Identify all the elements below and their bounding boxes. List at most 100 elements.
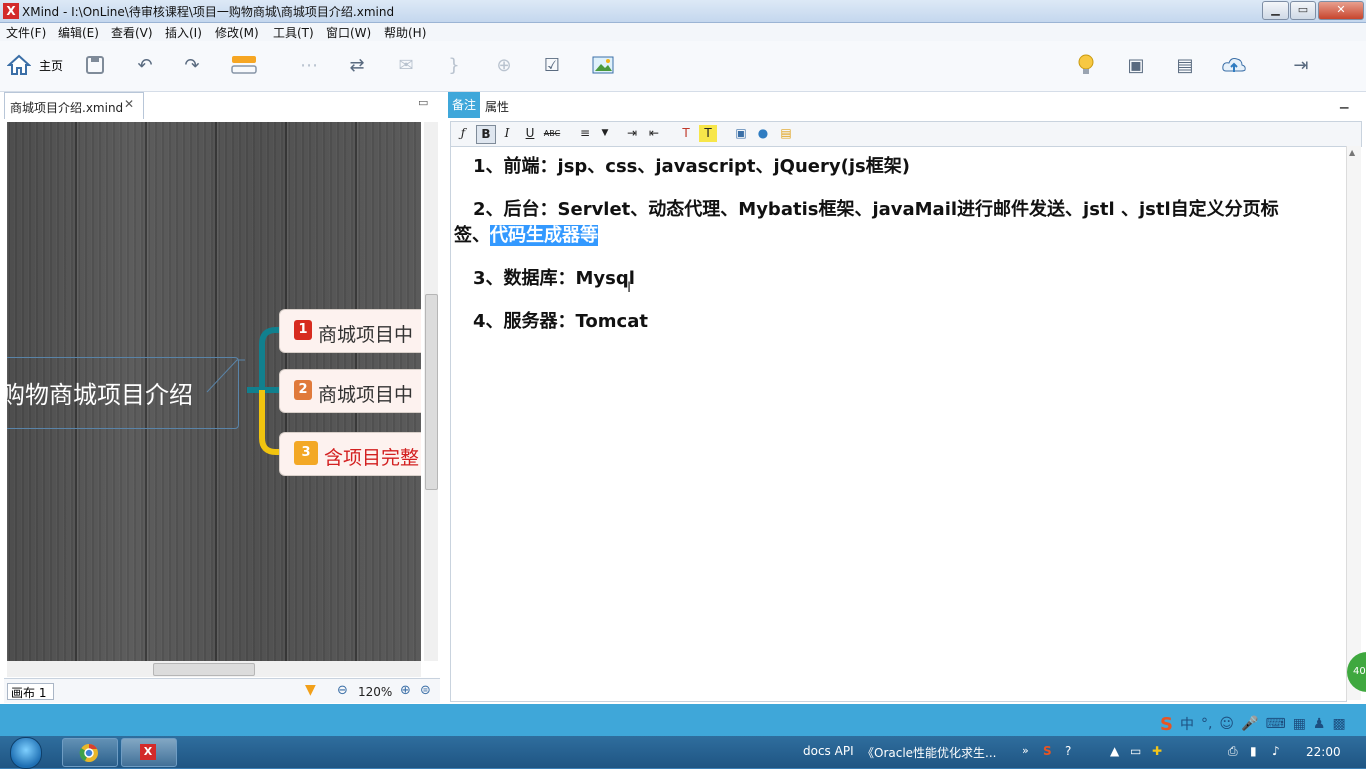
notes-icon[interactable]: ▤	[777, 125, 795, 142]
main-toolbar: 主页 ↶ ↷ ▼ ⋯ ⇄ ✉ } ⊕ ☑ ▼ ▣ ▤ ▼ ⇥ ▼	[0, 41, 1366, 111]
home-icon[interactable]	[6, 51, 32, 79]
sogou-logo-icon[interactable]: S	[1160, 714, 1173, 735]
filter-icon[interactable]: ▼	[305, 682, 316, 698]
lightbulb-icon[interactable]	[1074, 51, 1098, 79]
start-button[interactable]	[4, 736, 48, 769]
align-icon[interactable]: ≡	[576, 125, 594, 142]
notes-vertical-scrollbar[interactable]: ▲	[1346, 146, 1361, 700]
skin-icon[interactable]: ♟	[1313, 716, 1326, 732]
tab-notes[interactable]: 备注	[448, 92, 480, 118]
emoji-icon[interactable]: ☺	[1219, 716, 1234, 732]
sogou-tray-icon[interactable]: S	[1043, 744, 1052, 758]
panel-minimize-icon[interactable]: ▭	[418, 96, 428, 109]
home-label[interactable]: 主页	[39, 57, 63, 74]
indent-icon[interactable]: ⇥	[623, 125, 641, 142]
clock[interactable]: 22:00	[1306, 745, 1341, 759]
branch-topic-3[interactable]: 3 含项目完整	[279, 432, 421, 476]
taskbar-chrome[interactable]	[62, 738, 118, 767]
scrollbar-thumb[interactable]	[425, 294, 438, 490]
redo-icon[interactable]: ↷	[180, 51, 204, 79]
insert-image-icon[interactable]: ▣	[732, 125, 750, 142]
menu-modify[interactable]: 修改(M)	[215, 24, 259, 41]
strikethrough-icon[interactable]: ABC	[543, 125, 561, 142]
scroll-up-icon[interactable]: ▲	[1349, 148, 1355, 157]
menu-tools[interactable]: 工具(T)	[273, 24, 314, 41]
branch-topic-2-text: 商城项目中	[318, 384, 414, 406]
layout-icon[interactable]: ▤	[1172, 51, 1198, 79]
task-icon[interactable]: ☑	[540, 51, 564, 79]
xmind-icon: X	[140, 744, 156, 760]
notes-format-toolbar: ƒ B I U ABC ≡ ▼ ⇥ ⇤ T T ▣ ● ▤	[450, 121, 1362, 147]
align-dropdown-icon[interactable]: ▼	[596, 125, 614, 142]
more-chevron-icon[interactable]: »	[1022, 744, 1029, 757]
menu-file[interactable]: 文件(F)	[6, 24, 46, 41]
tab-close-icon[interactable]: ✕	[124, 97, 134, 111]
priority-3-icon: 3	[294, 441, 318, 465]
panel-minimize-icon[interactable]: ▁	[1340, 96, 1348, 109]
hyperlink-icon[interactable]: ●	[754, 125, 772, 142]
taskbar-xmind[interactable]: X	[121, 738, 177, 767]
export-icon[interactable]: ⇥	[1288, 51, 1314, 79]
selected-text: 代码生成器等	[490, 225, 598, 246]
highlight-icon[interactable]: T	[699, 125, 717, 142]
ime-punctuation[interactable]: °,	[1201, 716, 1212, 732]
menu-view[interactable]: 查看(V)	[111, 24, 153, 41]
branch-topic-2[interactable]: 2 商城项目中	[279, 369, 421, 413]
ime-mode[interactable]: 中	[1180, 714, 1194, 734]
sheet-tab[interactable]: 画布 1	[7, 683, 54, 700]
outdent-icon[interactable]: ⇤	[645, 125, 663, 142]
underline-icon[interactable]: U	[521, 125, 539, 142]
text-color-icon[interactable]: T	[677, 125, 695, 142]
image-icon[interactable]	[590, 51, 616, 79]
priority-2-icon: 2	[294, 380, 312, 400]
upload-icon[interactable]	[1221, 51, 1247, 79]
menu-window[interactable]: 窗口(W)	[326, 24, 371, 41]
scrollbar-thumb[interactable]	[153, 663, 255, 676]
grid-icon[interactable]: ▦	[1293, 716, 1306, 732]
canvas-vertical-scrollbar[interactable]	[424, 122, 438, 661]
toolbar-docs-api[interactable]: docs API	[803, 744, 854, 758]
text-cursor-icon: I	[627, 280, 632, 296]
help-tray-icon[interactable]: ?	[1065, 744, 1071, 758]
tab-properties[interactable]: 属性	[485, 98, 509, 115]
monitor-tray-icon[interactable]: ▭	[1130, 744, 1141, 758]
security-tray-icon[interactable]: ✚	[1152, 744, 1162, 758]
italic-icon[interactable]: I	[498, 125, 516, 142]
zoom-out-icon[interactable]: ⊖	[337, 683, 348, 698]
menu-insert[interactable]: 插入(I)	[165, 24, 202, 41]
save-icon[interactable]	[83, 51, 107, 79]
printer-tray-icon[interactable]: ⎙	[1228, 744, 1238, 759]
network-tray-icon[interactable]: ▮	[1250, 744, 1257, 758]
keyboard-icon[interactable]: ⌨	[1265, 716, 1285, 732]
ime-toolbar: S 中 °, ☺ 🎤 ⌨ ▦ ♟ ▩	[1160, 712, 1366, 736]
tools-icon[interactable]: ▩	[1332, 716, 1345, 732]
zoom-in-icon[interactable]: ⊕	[400, 683, 411, 698]
undo-icon[interactable]: ↶	[133, 51, 157, 79]
editor-tab[interactable]: 商城项目介绍.xmind ✕	[4, 92, 144, 119]
maximize-button[interactable]: ▭	[1290, 1, 1316, 20]
presentation-icon[interactable]: ▣	[1123, 51, 1149, 79]
insert-topic-icon[interactable]	[230, 51, 260, 79]
branch-topic-1-text: 商城项目中	[318, 324, 414, 346]
menu-edit[interactable]: 编辑(E)	[58, 24, 99, 41]
menu-help[interactable]: 帮助(H)	[384, 24, 426, 41]
summary-icon: ⊕	[496, 54, 512, 76]
notes-editor[interactable]: 1、前端：jsp、css、javascript、jQuery(js框架) 2、后…	[450, 146, 1347, 702]
close-button[interactable]: ✕	[1318, 1, 1364, 20]
callout-icon: ⋯	[300, 54, 318, 76]
volume-tray-icon[interactable]: ♪	[1272, 744, 1280, 758]
microphone-icon[interactable]: 🎤	[1241, 716, 1258, 732]
zoom-fit-icon[interactable]: ⊜	[420, 683, 431, 698]
title-bar: X XMind - I:\OnLine\待审核课程\项目一购物商城\商城项目介绍…	[0, 0, 1366, 23]
relationship-icon[interactable]: ⇄	[345, 51, 369, 79]
branch-topic-1[interactable]: 1 商城项目中	[279, 309, 421, 353]
note-line-2-cont: 签、代码生成器等	[454, 221, 598, 247]
central-topic[interactable]: 购物商城项目介绍	[7, 375, 193, 410]
font-icon[interactable]: ƒ	[454, 125, 472, 142]
canvas-horizontal-scrollbar[interactable]	[7, 661, 421, 677]
bold-icon[interactable]: B	[476, 125, 496, 144]
toolbar-oracle-doc[interactable]: 《Oracle性能优化求生...	[862, 744, 997, 761]
mindmap-canvas[interactable]: 购物商城项目介绍 1 商城项目中 2 商城项目中 3 含项目完整	[7, 122, 421, 661]
show-hidden-icons[interactable]: ▲	[1110, 744, 1119, 758]
minimize-button[interactable]: ▁	[1262, 1, 1289, 20]
